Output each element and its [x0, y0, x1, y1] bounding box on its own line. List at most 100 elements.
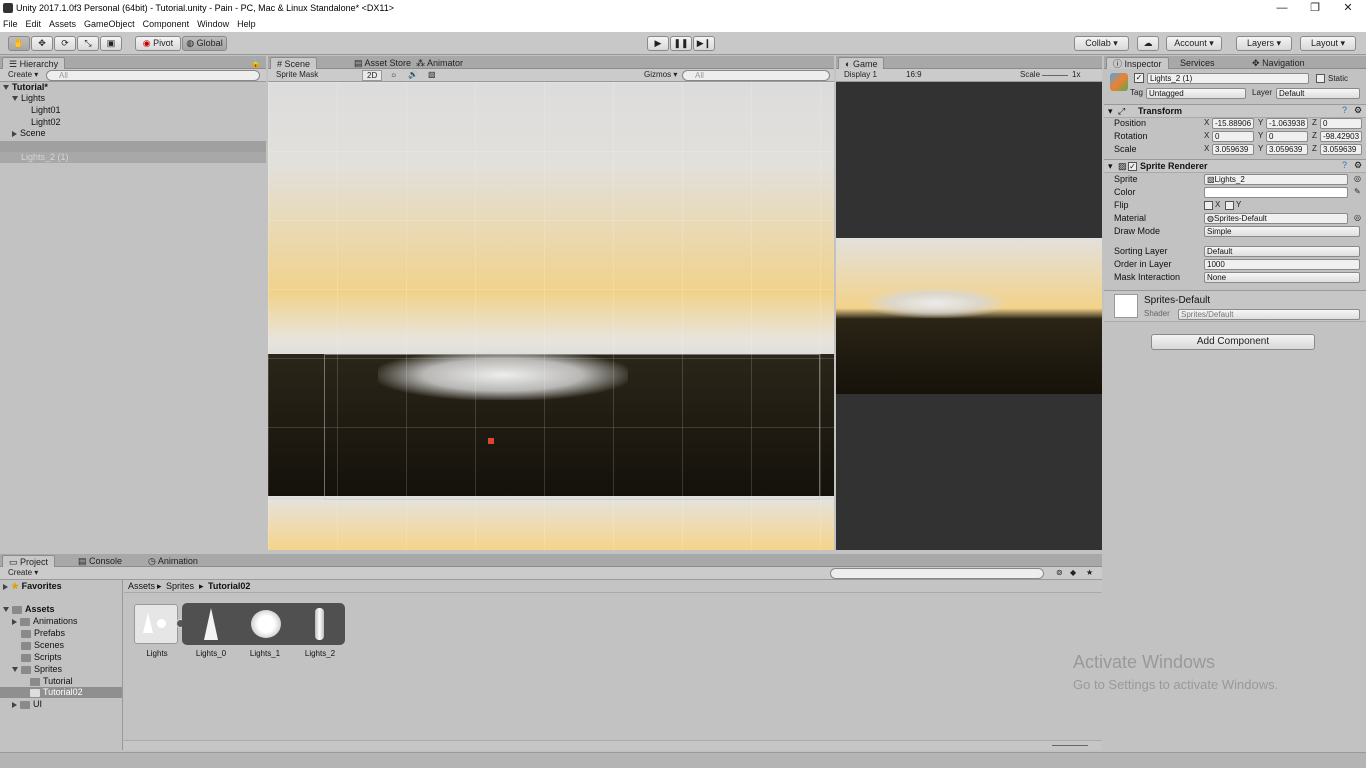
active-checkbox[interactable]: ✓	[1134, 73, 1144, 83]
cloud-icon[interactable]: ☁	[1137, 36, 1159, 51]
layout-dropdown[interactable]: Layout ▾	[1300, 36, 1356, 51]
filter-label-icon[interactable]: ◆	[1066, 568, 1080, 579]
add-component-button[interactable]: Add Component	[1151, 334, 1315, 350]
sprite-renderer-enabled-checkbox[interactable]: ✓	[1128, 162, 1137, 171]
aspect-dropdown[interactable]: 16:9	[902, 70, 926, 81]
position-y-field[interactable]: -1.063938	[1266, 118, 1308, 129]
tab-scene[interactable]: # Scene	[270, 57, 318, 69]
tab-asset-store[interactable]: ▤ Asset Store	[348, 57, 417, 69]
scene-viewport[interactable]	[268, 82, 834, 550]
tag-dropdown[interactable]: Untagged	[1146, 88, 1246, 99]
eyedropper-icon[interactable]: ✎	[1354, 186, 1361, 197]
favorites-item[interactable]: ★ Favorites	[3, 581, 62, 592]
pivot-toggle[interactable]: ◉ Pivot	[135, 36, 181, 51]
folder-animations[interactable]: Animations	[12, 616, 78, 627]
tab-navigation[interactable]: ✥ Navigation	[1246, 57, 1311, 69]
scale-slider[interactable]	[1042, 75, 1068, 76]
asset-lights-thumbnail[interactable]	[134, 604, 178, 644]
hierarchy-item-selected[interactable]: Lights_2 (1)	[0, 152, 266, 163]
scale-x-field[interactable]: 3.059639	[1212, 144, 1254, 155]
thumbnail-size-slider[interactable]	[1052, 745, 1088, 746]
folder-ui[interactable]: UI	[12, 699, 42, 710]
menu-gameobject[interactable]: GameObject	[80, 17, 139, 31]
asset-lights2-thumbnail[interactable]	[315, 608, 324, 640]
hierarchy-search-input[interactable]: All	[46, 70, 260, 81]
settings-gear-icon[interactable]: ⚙	[1354, 105, 1362, 116]
object-picker-icon[interactable]: ◎	[1354, 173, 1361, 184]
hierarchy-item-lights[interactable]: Lights	[12, 93, 45, 104]
menu-help[interactable]: Help	[233, 17, 260, 31]
scene-root-item[interactable]: Tutorial*	[3, 82, 48, 93]
rotation-y-field[interactable]: 0	[1266, 131, 1308, 142]
folder-scripts[interactable]: Scripts	[21, 652, 62, 663]
lighting-toggle-icon[interactable]: ☼	[386, 70, 401, 81]
flip-x-checkbox[interactable]	[1204, 201, 1213, 210]
tab-animator[interactable]: ⁂ Animator	[410, 57, 469, 69]
tab-game[interactable]: ◐ Game	[838, 57, 885, 69]
sorting-layer-dropdown[interactable]: Default	[1204, 246, 1360, 257]
layer-dropdown[interactable]: Default	[1276, 88, 1360, 99]
settings-gear-icon[interactable]: ⚙	[1354, 160, 1362, 171]
collab-dropdown[interactable]: Collab ▾	[1074, 36, 1129, 51]
favorite-star-icon[interactable]: ★	[1082, 568, 1097, 579]
folder-scenes[interactable]: Scenes	[21, 640, 64, 651]
scale-y-field[interactable]: 3.059639	[1266, 144, 1308, 155]
menu-component[interactable]: Component	[139, 17, 194, 31]
object-picker-icon[interactable]: ◎	[1354, 212, 1361, 223]
pause-button[interactable]: ❚❚	[670, 36, 692, 51]
breadcrumb-tutorial02[interactable]: Tutorial02	[208, 581, 250, 591]
rotate-tool-icon[interactable]: ⟳	[54, 36, 76, 51]
mask-interaction-dropdown[interactable]: None	[1204, 272, 1360, 283]
tab-console[interactable]: ▤ Console	[72, 555, 128, 567]
tab-inspector[interactable]: ⓘ Inspector	[1106, 57, 1169, 69]
menu-file[interactable]: File	[0, 17, 22, 31]
hand-tool-icon[interactable]: ✋	[8, 36, 30, 51]
scale-z-field[interactable]: 3.059639	[1320, 144, 1362, 155]
transform-header[interactable]: ▾ ⤢ Transform ? ⚙	[1104, 104, 1366, 118]
rotation-x-field[interactable]: 0	[1212, 131, 1254, 142]
effects-toggle-icon[interactable]: ▧	[424, 70, 440, 81]
material-block[interactable]: Sprites-Default Shader Sprites/Default	[1104, 290, 1366, 322]
folder-sprites[interactable]: Sprites	[12, 664, 62, 675]
close-button[interactable]: ✕	[1331, 0, 1365, 17]
assets-root-item[interactable]: Assets	[3, 604, 55, 615]
project-search-input[interactable]	[830, 568, 1044, 579]
hierarchy-item-scene[interactable]: Scene	[12, 128, 46, 139]
shader-dropdown[interactable]: Sprites/Default	[1178, 309, 1360, 320]
tab-hierarchy[interactable]: ☰ Hierarchy	[2, 57, 66, 69]
rotation-z-field[interactable]: -98.42903	[1320, 131, 1362, 142]
filter-type-icon[interactable]: ⊚	[1052, 568, 1067, 579]
tab-project[interactable]: ▭ Project	[2, 555, 56, 567]
help-icon[interactable]: ?	[1342, 160, 1347, 170]
account-dropdown[interactable]: Account ▾	[1166, 36, 1222, 51]
breadcrumb-assets[interactable]: Assets	[128, 581, 155, 591]
audio-toggle-icon[interactable]: 🔊	[404, 70, 422, 81]
gizmos-dropdown[interactable]: Gizmos ▾	[640, 70, 681, 81]
folder-tutorial[interactable]: Tutorial	[30, 676, 73, 687]
scale-tool-icon[interactable]: ⤡	[77, 36, 99, 51]
layers-dropdown[interactable]: Layers ▾	[1236, 36, 1292, 51]
hierarchy-create-button[interactable]: Create ▾	[4, 70, 42, 81]
menu-assets[interactable]: Assets	[45, 17, 80, 31]
sprite-renderer-header[interactable]: ▾ ▨ ✓ Sprite Renderer ? ⚙	[1104, 159, 1366, 173]
step-button[interactable]: ▶❙	[693, 36, 715, 51]
menu-window[interactable]: Window	[193, 17, 233, 31]
object-name-field[interactable]: Lights_2 (1)	[1147, 73, 1309, 84]
material-field[interactable]: ◍Sprites-Default	[1204, 213, 1348, 224]
menu-edit[interactable]: Edit	[22, 17, 46, 31]
position-x-field[interactable]: -15.88906	[1212, 118, 1254, 129]
hierarchy-item-light01[interactable]: Light01	[31, 105, 61, 116]
scene-search-input[interactable]: All	[682, 70, 830, 81]
draw-mode-field[interactable]: Simple	[1204, 226, 1360, 237]
rect-tool-icon[interactable]: ▣	[100, 36, 122, 51]
project-create-button[interactable]: Create ▾	[4, 568, 42, 579]
tab-services[interactable]: Services	[1174, 57, 1221, 69]
display-dropdown[interactable]: Display 1	[840, 70, 881, 81]
2d-toggle[interactable]: 2D	[362, 70, 383, 81]
asset-lights1-thumbnail[interactable]	[251, 610, 281, 638]
flip-y-checkbox[interactable]	[1225, 201, 1234, 210]
position-z-field[interactable]: 0	[1320, 118, 1362, 129]
hierarchy-item-unnamed[interactable]	[0, 141, 266, 152]
move-tool-icon[interactable]: ✥	[31, 36, 53, 51]
tab-animation[interactable]: ◷ Animation	[142, 555, 204, 567]
